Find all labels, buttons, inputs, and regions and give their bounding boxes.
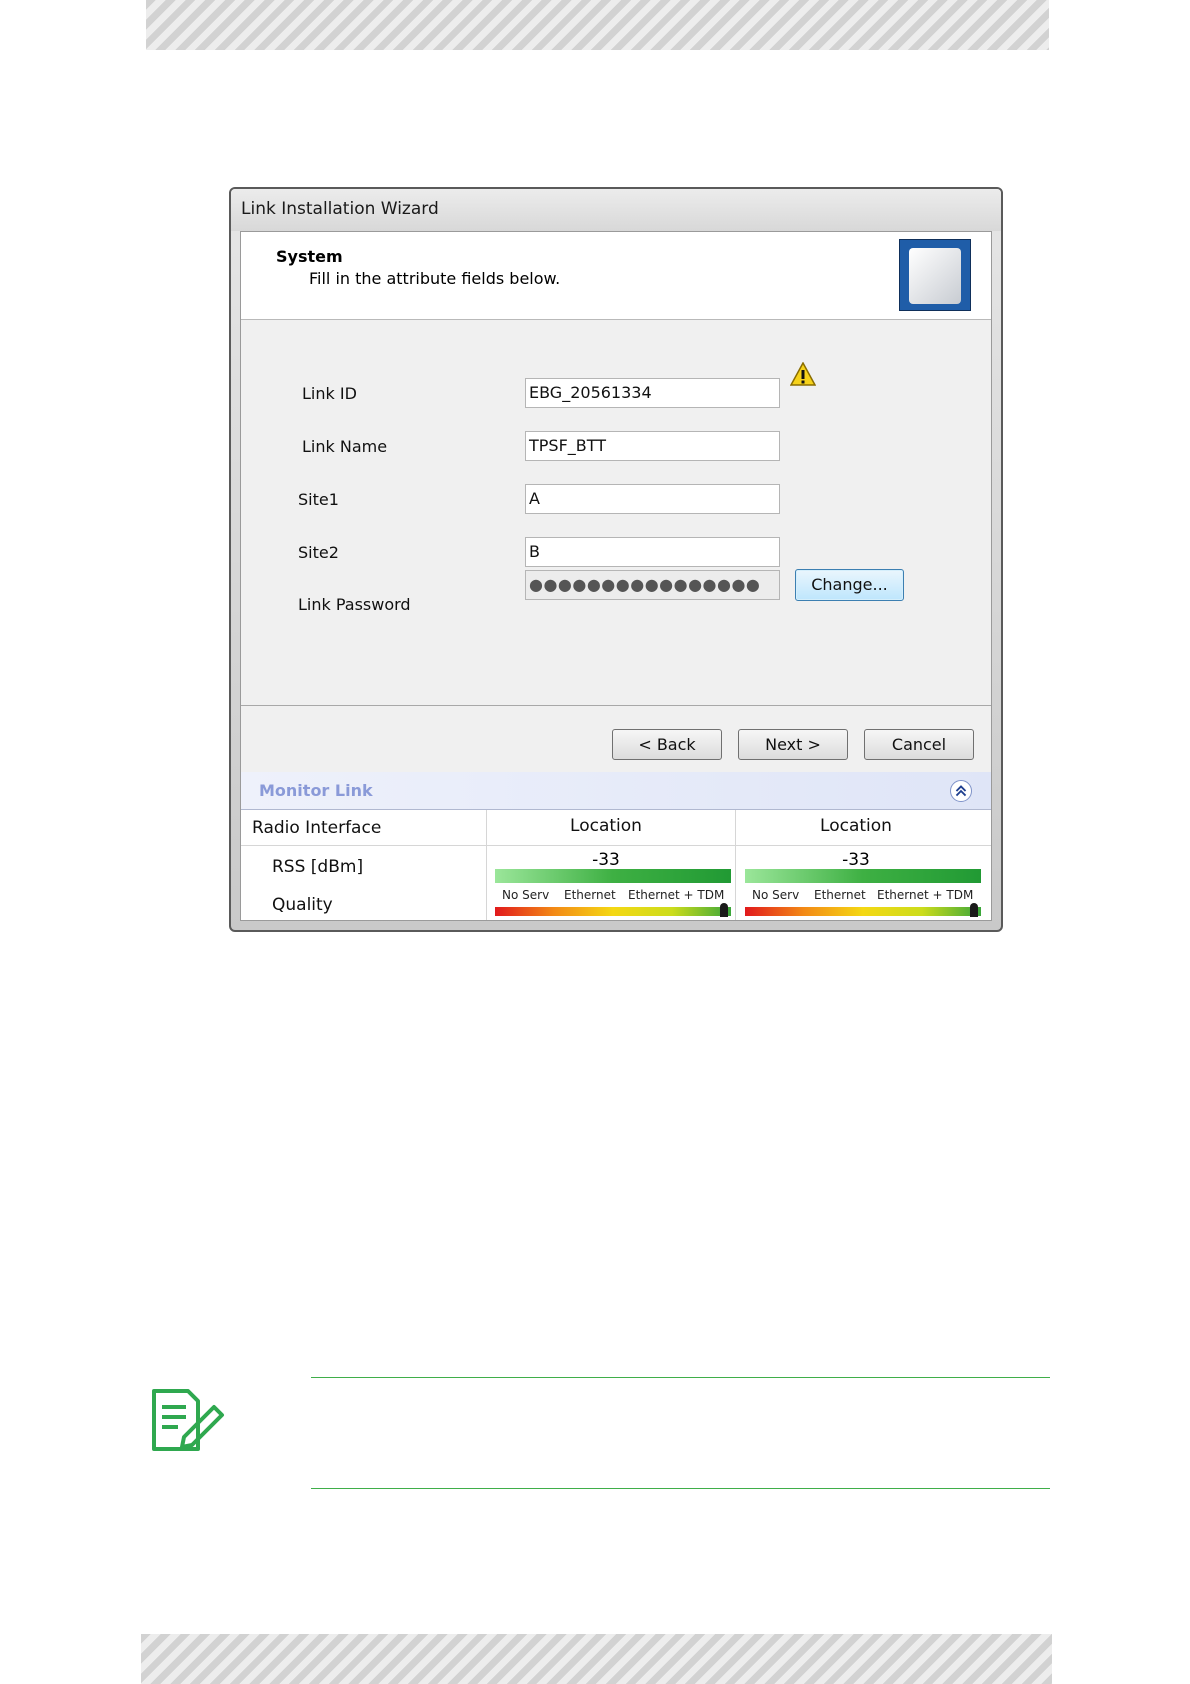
cancel-button[interactable]: Cancel [864, 729, 974, 760]
note-pencil-icon [152, 1389, 224, 1451]
header-divider [241, 845, 991, 846]
quality-scale-label: Ethernet + TDM [877, 888, 974, 902]
link-id-label: Link ID [302, 384, 357, 403]
site2-label: Site2 [298, 543, 339, 562]
button-separator [241, 705, 991, 706]
back-button[interactable]: < Back [612, 729, 722, 760]
quality-bar-2 [745, 907, 981, 916]
link-id-field[interactable]: EBG_20561334 [525, 378, 780, 408]
column-header-location-1: Location [570, 816, 642, 836]
page-header-band [146, 0, 1049, 50]
note-bottom-rule [311, 1488, 1050, 1489]
monitor-link-table: Radio Interface Location Location RSS [d… [241, 810, 991, 920]
quality-row-label: Quality [272, 895, 333, 915]
monitor-link-title: Monitor Link [259, 781, 373, 800]
quality-scale-label: Ethernet + TDM [628, 888, 725, 902]
quality-scale-label: Ethernet [814, 888, 866, 902]
quality-scale-label: No Serv [752, 888, 800, 902]
site1-label: Site1 [298, 490, 339, 509]
rss-row-label: RSS [dBm] [272, 857, 364, 877]
quality-scale-label: Ethernet [564, 888, 616, 902]
next-button[interactable]: Next > [738, 729, 848, 760]
change-password-button[interactable]: Change... [795, 569, 904, 601]
monitor-link-bar: Monitor Link [241, 772, 991, 810]
link-password-field: ●●●●●●●●●●●●●●●● [525, 570, 780, 600]
rss-bar-2 [745, 869, 981, 883]
warning-icon [790, 362, 816, 386]
page-footer-band [141, 1634, 1052, 1684]
link-password-label: Link Password [298, 595, 411, 614]
site1-field[interactable]: A [525, 484, 780, 514]
wizard-header: System Fill in the attribute fields belo… [241, 232, 991, 320]
column-header-radio-interface: Radio Interface [252, 818, 382, 838]
quality-scale-label: No Serv [502, 888, 550, 902]
site2-field[interactable]: B [525, 537, 780, 567]
rss-bar-1 [495, 869, 731, 883]
quality-bar-1 [495, 907, 731, 916]
note-top-rule [311, 1377, 1050, 1378]
rss-value-1: -33 [592, 850, 620, 870]
double-chevron-up-icon[interactable] [950, 780, 972, 802]
column-divider [735, 810, 736, 920]
column-header-location-2: Location [820, 816, 892, 836]
rss-value-2: -33 [842, 850, 870, 870]
link-name-label: Link Name [302, 437, 388, 456]
step-title: System [276, 247, 343, 266]
quality-marker-1 [720, 903, 729, 917]
link-name-field[interactable]: TPSF_BTT [525, 431, 780, 461]
antenna-icon [899, 239, 971, 311]
link-installation-wizard-dialog: Link Installation Wizard System Fill in … [229, 187, 1003, 932]
column-divider [486, 810, 487, 920]
quality-marker-2 [970, 903, 979, 917]
wizard-client-area: System Fill in the attribute fields belo… [240, 231, 992, 921]
window-title: Link Installation Wizard [231, 189, 1001, 231]
step-subtitle: Fill in the attribute fields below. [309, 269, 561, 288]
